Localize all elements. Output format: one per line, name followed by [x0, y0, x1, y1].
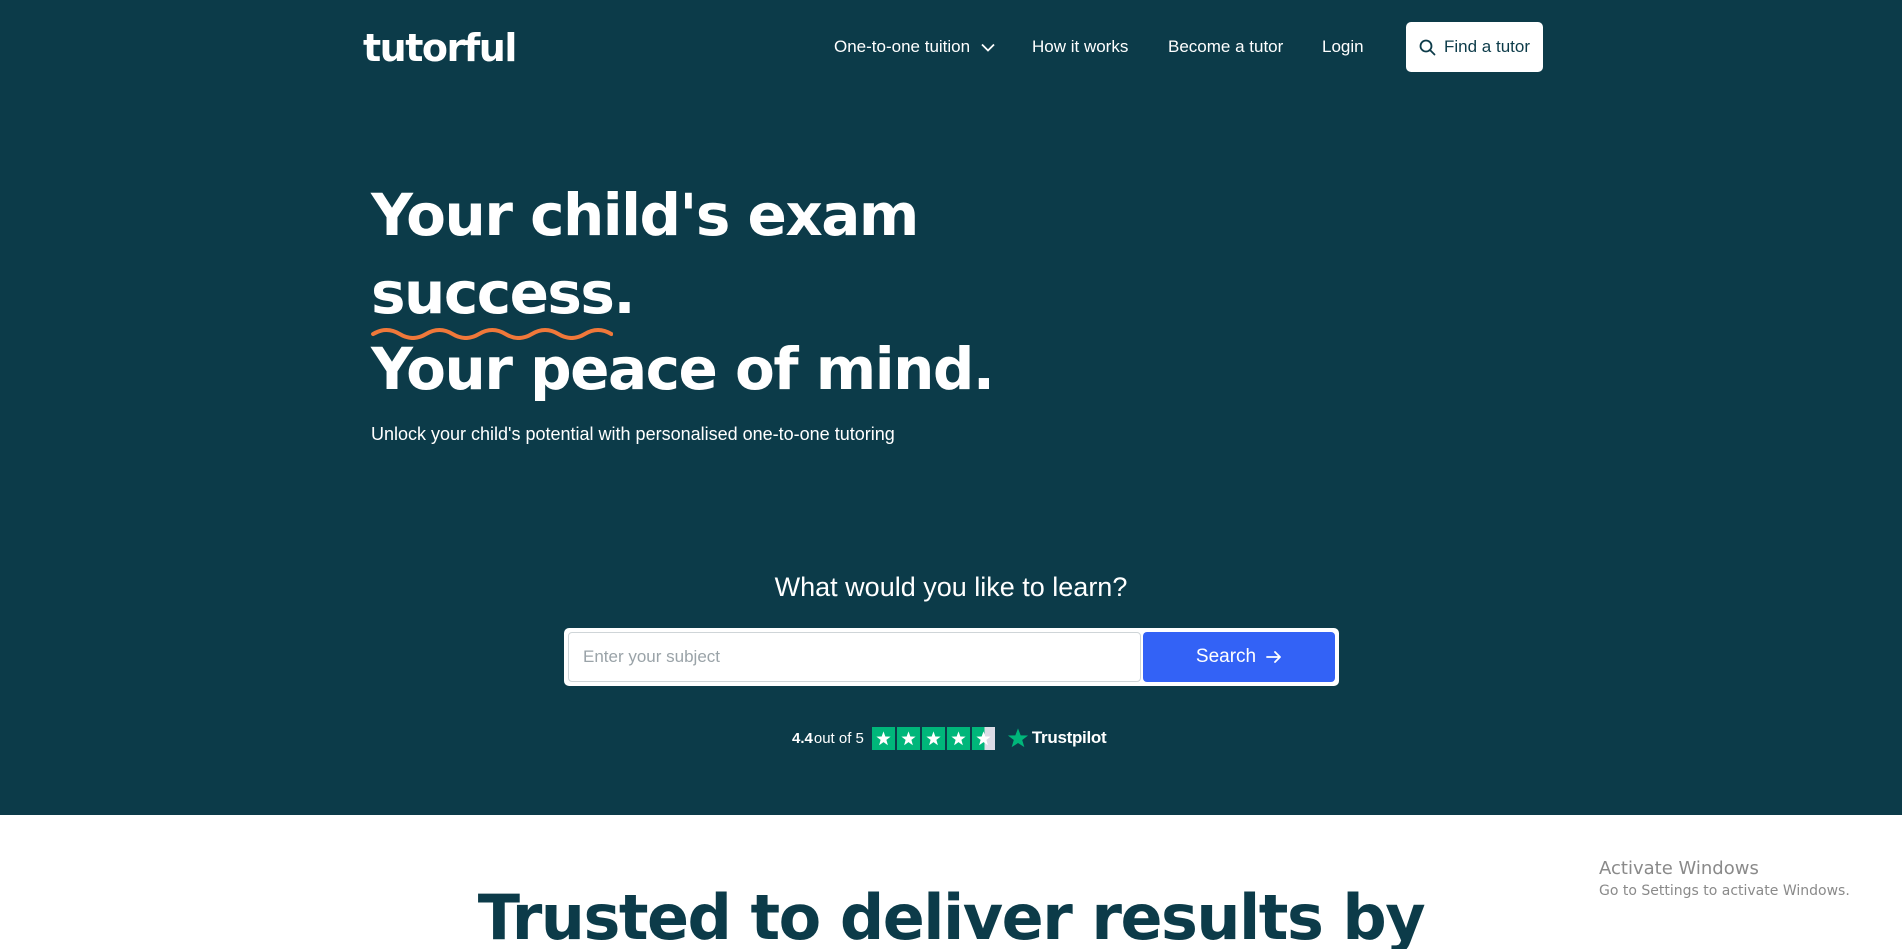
subject-search-form: Search: [564, 628, 1339, 686]
star-icon: [921, 726, 945, 750]
nav-become-a-tutor[interactable]: Become a tutor: [1168, 34, 1283, 60]
nav-one-to-one-tuition[interactable]: One-to-one tuition: [834, 34, 995, 60]
search-icon: [1419, 39, 1436, 55]
headline-line-1: Your child's exam: [371, 181, 919, 249]
hero-section: [0, 0, 1902, 815]
activate-windows-title: Activate Windows: [1599, 858, 1759, 879]
headline-line-3: Your peace of mind.: [371, 335, 995, 403]
trustpilot-logo: Trustpilot: [1007, 727, 1107, 749]
rating-out-of: out of 5: [813, 729, 864, 747]
star-icon: [971, 726, 995, 750]
trustpilot-brand: Trustpilot: [1031, 728, 1107, 747]
subject-search-input[interactable]: [568, 632, 1141, 682]
headline-line-2: success .: [371, 258, 635, 340]
highlight-word: success: [371, 259, 615, 327]
headline-highlight: success: [371, 258, 615, 340]
search-button[interactable]: Search: [1143, 632, 1335, 682]
nav-label: One-to-one tuition: [834, 37, 971, 56]
nav-login[interactable]: Login: [1322, 34, 1364, 60]
rating-stars: [871, 726, 995, 750]
star-icon: [871, 726, 895, 750]
search-question: What would you like to learn?: [774, 572, 1128, 602]
chevron-down-icon: [981, 43, 995, 52]
trustpilot-rating[interactable]: 4.4 out of 5 Trustpilot: [792, 725, 1107, 751]
search-button-label: Search: [1195, 646, 1257, 667]
hero-subtitle: Unlock your child's potential with perso…: [371, 424, 895, 444]
arrow-right-icon: [1266, 651, 1281, 663]
nav-how-it-works[interactable]: How it works: [1032, 34, 1128, 60]
find-a-tutor-label: Find a tutor: [1444, 37, 1530, 56]
headline-period: .: [613, 259, 635, 327]
find-a-tutor-button[interactable]: Find a tutor: [1406, 22, 1543, 72]
rating-value: 4.4: [792, 729, 813, 747]
trustpilot-star-icon: [1007, 728, 1028, 748]
activate-windows-subtitle: Go to Settings to activate Windows.: [1599, 883, 1850, 899]
star-icon: [896, 726, 920, 750]
tutorful-logo[interactable]: tutorful: [363, 24, 517, 72]
star-icon: [946, 726, 970, 750]
